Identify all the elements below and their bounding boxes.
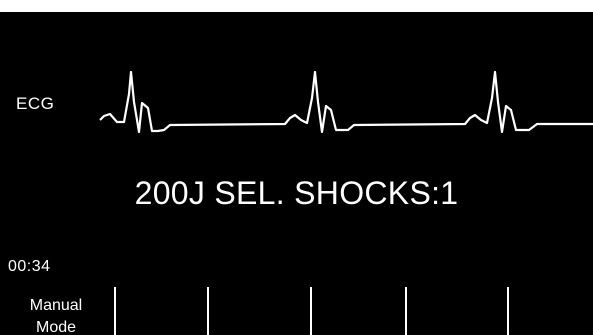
softkey-3[interactable]	[209, 285, 310, 335]
defibrillator-monitor-screen: ECG 200J SEL. SHOCKS:1 00:34 Manual Mode	[0, 12, 593, 335]
softkey-divider	[405, 287, 407, 335]
softkey-divider	[207, 287, 209, 335]
softkey-manual-mode[interactable]	[0, 285, 114, 335]
elapsed-time: 00:34	[8, 258, 51, 275]
status-message: 200J SEL. SHOCKS:1	[134, 175, 459, 211]
softkey-divider	[507, 287, 509, 335]
softkey-5[interactable]	[407, 285, 507, 335]
softkey-divider	[114, 287, 116, 335]
softkey-2[interactable]	[116, 285, 207, 335]
softkey-divider	[310, 287, 312, 335]
softkey-4[interactable]	[312, 285, 405, 335]
softkey-6[interactable]	[509, 285, 593, 335]
